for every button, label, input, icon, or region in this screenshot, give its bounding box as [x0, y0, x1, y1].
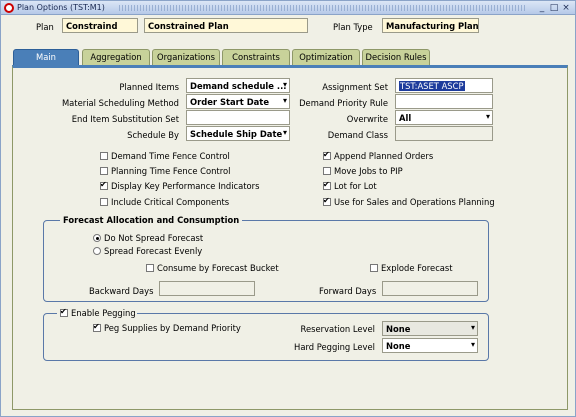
tab-organizations[interactable]: Organizations: [152, 49, 220, 65]
material-scheduling-label: Material Scheduling Method: [61, 98, 179, 108]
tab-decision-rules[interactable]: Decision Rules: [362, 49, 430, 65]
schedule-by-select[interactable]: Schedule Ship Date ▾: [186, 126, 290, 141]
forward-days-field[interactable]: [382, 281, 478, 296]
oracle-logo-icon: [4, 3, 14, 13]
backward-days-field[interactable]: [159, 281, 255, 296]
tab-constraints[interactable]: Constraints: [222, 49, 290, 65]
lot-for-lot-label: Lot for Lot: [334, 181, 377, 191]
do-not-spread-radio[interactable]: [93, 234, 101, 242]
material-scheduling-value: Order Start Date: [190, 97, 269, 107]
tab-optimization[interactable]: Optimization: [292, 49, 360, 65]
chevron-down-icon: ▾: [282, 128, 287, 137]
assignment-set-label: Assignment Set: [322, 82, 388, 92]
close-icon[interactable]: ×: [561, 3, 571, 13]
assignment-set-field[interactable]: TST:ASET ASCP: [395, 78, 493, 93]
append-planned-orders-label: Append Planned Orders: [334, 151, 434, 161]
end-item-substitution-label: End Item Substitution Set: [71, 114, 179, 124]
do-not-spread-label: Do Not Spread Forecast: [104, 233, 204, 243]
demand-priority-label: Demand Priority Rule: [299, 98, 388, 108]
demand-class-field[interactable]: [395, 126, 493, 141]
display-kpi-checkbox[interactable]: [100, 180, 108, 190]
spread-evenly-label: Spread Forecast Evenly: [104, 246, 203, 256]
move-jobs-to-pip-checkbox[interactable]: [323, 167, 331, 175]
consume-by-bucket-label: Consume by Forecast Bucket: [157, 263, 279, 273]
overwrite-value: All: [399, 113, 412, 123]
demand-time-fence-label: Demand Time Fence Control: [111, 151, 230, 161]
plan-type-field[interactable]: Manufacturing Plan: [382, 18, 479, 33]
append-planned-orders-checkbox[interactable]: [323, 150, 331, 160]
schedule-by-label: Schedule By: [127, 130, 179, 140]
plan-description-field[interactable]: Constrained Plan: [144, 18, 308, 33]
planning-time-fence-checkbox[interactable]: [100, 167, 108, 175]
hard-pegging-level-label: Hard Pegging Level: [294, 342, 375, 352]
display-kpi-label: Display Key Performance Indicators: [111, 181, 260, 191]
lot-for-lot-checkbox[interactable]: [323, 180, 331, 190]
hard-pegging-level-select[interactable]: None ▾: [382, 338, 478, 353]
plan-field[interactable]: Constraind: [62, 18, 138, 33]
plan-options-window: Plan Options (TST:M1) _ □ × Plan Constra…: [0, 0, 576, 417]
spread-evenly-radio[interactable]: [93, 247, 101, 255]
enable-pegging-label: Enable Pegging: [71, 308, 136, 318]
include-critical-components-label: Include Critical Components: [111, 197, 230, 207]
maximize-icon[interactable]: □: [549, 3, 559, 13]
minimize-icon[interactable]: _: [537, 3, 547, 13]
window-title: Plan Options (TST:M1): [17, 3, 105, 12]
explode-forecast-checkbox[interactable]: [370, 264, 378, 272]
forecast-group-title: Forecast Allocation and Consumption: [60, 215, 243, 225]
overwrite-select[interactable]: All ▾: [395, 110, 493, 125]
demand-priority-field[interactable]: [395, 94, 493, 109]
consume-by-bucket-checkbox[interactable]: [146, 264, 154, 272]
assignment-set-value: TST:ASET ASCP: [399, 81, 465, 91]
forward-days-label: Forward Days: [319, 286, 377, 296]
peg-supplies-checkbox[interactable]: [93, 322, 101, 332]
demand-time-fence-checkbox[interactable]: [100, 152, 108, 160]
chevron-down-icon: ▾: [485, 112, 490, 121]
chevron-down-icon: ▾: [282, 96, 287, 105]
use-for-sop-label: Use for Sales and Operations Planning: [334, 197, 495, 207]
chevron-down-icon: ▾: [282, 80, 287, 89]
schedule-by-value: Schedule Ship Date: [190, 129, 283, 139]
demand-class-label: Demand Class: [327, 130, 388, 140]
planned-items-label: Planned Items: [119, 82, 179, 92]
reservation-level-select[interactable]: None ▾: [382, 321, 478, 336]
peg-supplies-label: Peg Supplies by Demand Priority: [104, 323, 241, 333]
reservation-level-value: None: [386, 324, 411, 334]
move-jobs-to-pip-label: Move Jobs to PIP: [334, 166, 403, 176]
end-item-substitution-field[interactable]: [186, 110, 290, 125]
overwrite-label: Overwrite: [346, 114, 388, 124]
tab-aggregation[interactable]: Aggregation: [82, 49, 150, 65]
enable-pegging-checkbox[interactable]: [60, 307, 68, 317]
plan-label: Plan: [36, 22, 54, 32]
explode-forecast-label: Explode Forecast: [381, 263, 453, 273]
material-scheduling-select[interactable]: Order Start Date ▾: [186, 94, 290, 109]
plan-type-label: Plan Type: [333, 22, 373, 32]
tab-main[interactable]: Main: [13, 49, 79, 66]
backward-days-label: Backward Days: [89, 286, 154, 296]
chevron-down-icon: ▾: [470, 340, 475, 349]
title-bar[interactable]: Plan Options (TST:M1) _ □ ×: [1, 1, 575, 15]
chevron-down-icon: ▾: [470, 323, 475, 332]
use-for-sop-checkbox[interactable]: [323, 196, 331, 206]
title-bar-grip: [119, 5, 527, 11]
include-critical-components-checkbox[interactable]: [100, 198, 108, 206]
planning-time-fence-label: Planning Time Fence Control: [111, 166, 231, 176]
planned-items-value: Demand schedule ...: [190, 81, 287, 91]
hard-pegging-level-value: None: [386, 341, 411, 351]
planned-items-select[interactable]: Demand schedule ... ▾: [186, 78, 290, 93]
reservation-level-label: Reservation Level: [300, 324, 375, 334]
